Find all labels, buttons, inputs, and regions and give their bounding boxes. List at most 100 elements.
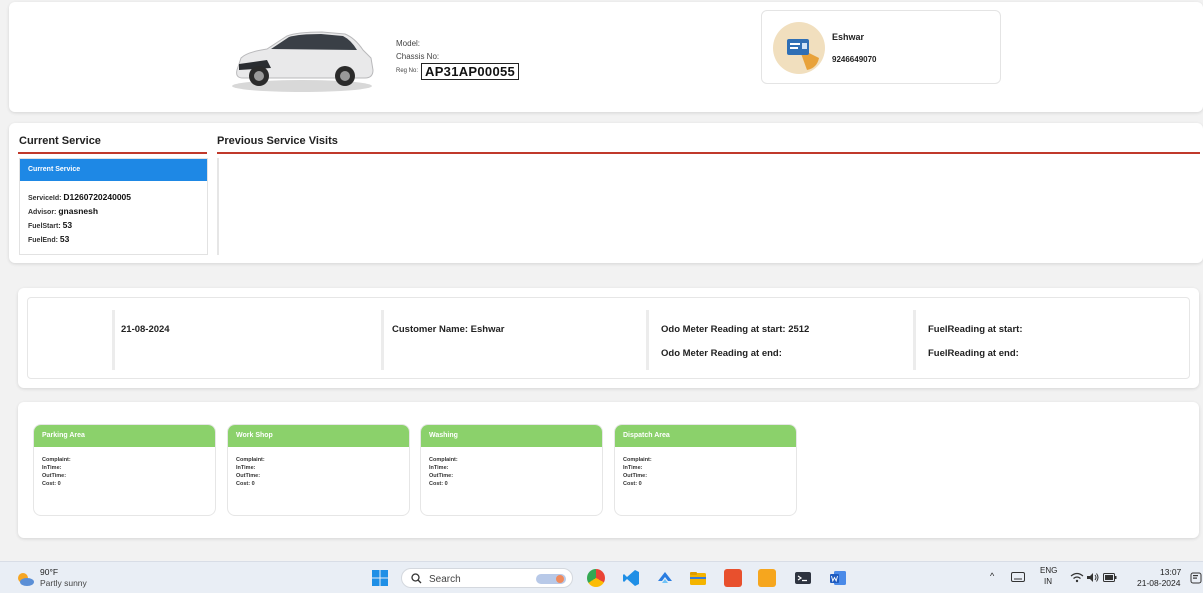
visit-summary-card: 21-08-2024 Customer Name: Eshwar Odo Met… [18,288,1199,388]
visit-summary-row: 21-08-2024 Customer Name: Eshwar Odo Met… [27,297,1190,379]
advisor-label: Advisor: [28,209,57,216]
clock-date[interactable]: 21-08-2024 [1137,578,1180,588]
advisor-row: Advisor: gnasnesh [28,205,207,219]
summary-customer-name: Customer Name: Eshwar [392,324,505,335]
windows-start-icon[interactable] [371,569,389,587]
stage-cost: Cost: 0 [236,481,255,487]
current-service-panel: Current Service ServiceId: D126072024000… [19,158,208,255]
taskbar-search[interactable]: Search [401,568,573,588]
stage-complaint: Complaint: [236,457,265,463]
stage-details: Complaint: InTime: OutTime: Cost: 0 [615,447,796,488]
visit-date: 21-08-2024 [121,324,170,335]
fuel-start-label: FuelStart: [28,223,61,230]
previous-visits-title: Previous Service Visits [217,135,338,147]
fuel-reading-start: FuelReading at start: [928,324,1023,335]
stage-cost: Cost: 0 [42,481,61,487]
fuel-reading-end: FuelReading at end: [928,348,1019,359]
reg-number: AP31AP00055 [421,63,520,80]
weather-desc[interactable]: Partly sunny [40,578,87,588]
language-bottom[interactable]: IN [1044,577,1052,586]
stage-out-time: OutTime: [42,473,67,479]
search-icon [411,573,422,584]
vehicle-info: Model: Chassis No: Reg No: AP31AP00055 [396,37,520,80]
vscode-icon[interactable] [622,569,640,587]
file-explorer-icon[interactable] [689,569,707,587]
stage-out-time: OutTime: [429,473,454,479]
fuel-start-value: 53 [62,220,73,230]
stage-complaint: Complaint: [42,457,71,463]
fuel-end-row: FuelEnd: 53 [28,233,207,247]
chassis-label: Chassis No: [396,52,440,61]
search-highlight-icon [536,574,566,584]
stage-out-time: OutTime: [623,473,648,479]
service-card: Current Service Previous Service Visits … [9,123,1203,263]
reg-label: Reg No: [396,68,419,74]
current-service-tab[interactable]: Current Service [20,159,207,181]
stage-title: Dispatch Area [615,425,796,447]
clock-time[interactable]: 13:07 [1160,567,1181,577]
summary-separator [112,310,115,370]
section-divider [217,158,219,255]
search-label: Search [429,574,461,585]
vehicle-header-card: Model: Chassis No: Reg No: AP31AP00055 E… [9,2,1203,112]
stage-work-shop[interactable]: Work Shop Complaint: InTime: OutTime: Co… [227,424,410,516]
stage-washing[interactable]: Washing Complaint: InTime: OutTime: Cost… [420,424,603,516]
service-stages-card: Parking Area Complaint: InTime: OutTime:… [18,402,1199,538]
id-card-icon [787,39,819,70]
previous-visits-underline [217,152,1200,154]
stage-in-time: InTime: [623,465,643,471]
notification-icon[interactable] [1190,572,1202,584]
advisor-name: gnasnesh [58,206,99,216]
customer-name: Eshwar [832,32,865,42]
weather-icon[interactable] [16,572,34,586]
service-id-row: ServiceId: D1260720240005 [28,191,207,205]
word-icon[interactable] [829,569,847,587]
summary-separator [913,310,916,370]
fuel-end-label: FuelEnd: [28,237,58,244]
stage-complaint: Complaint: [623,457,652,463]
wifi-icon[interactable] [1070,572,1084,583]
stage-in-time: InTime: [429,465,449,471]
stage-complaint: Complaint: [429,457,458,463]
current-service-underline [18,152,207,154]
chrome-icon[interactable] [587,569,605,587]
stage-cost: Cost: 0 [623,481,642,487]
stage-details: Complaint: InTime: OutTime: Cost: 0 [228,447,409,488]
terminal-icon[interactable] [794,569,812,587]
summary-separator [646,310,649,370]
keyboard-icon[interactable] [1011,572,1025,582]
odo-start: Odo Meter Reading at start: 2512 [661,324,810,335]
stage-cost: Cost: 0 [429,481,448,487]
fuel-start-row: FuelStart: 53 [28,219,207,233]
fuel-end-value: 53 [59,234,70,244]
battery-icon[interactable] [1103,573,1117,582]
stage-title: Work Shop [228,425,409,447]
model-label: Model: [396,39,421,48]
language-top[interactable]: ENG [1040,566,1057,575]
stage-parking-area[interactable]: Parking Area Complaint: InTime: OutTime:… [33,424,216,516]
chevron-up-icon[interactable]: ^ [990,571,994,581]
car-image [232,31,374,92]
stage-in-time: InTime: [236,465,256,471]
odo-end: Odo Meter Reading at end: [661,348,782,359]
service-id-label: ServiceId: [28,195,62,202]
stage-title: Washing [421,425,602,447]
customer-card: Eshwar 9246649070 [761,10,1001,84]
customer-avatar [773,22,825,74]
stage-dispatch-area[interactable]: Dispatch Area Complaint: InTime: OutTime… [614,424,797,516]
sublime-text-icon[interactable] [758,569,776,587]
current-service-details: ServiceId: D1260720240005 Advisor: gnasn… [20,181,207,247]
wps-office-icon[interactable] [724,569,742,587]
stage-in-time: InTime: [42,465,62,471]
azure-data-icon[interactable] [656,569,674,587]
stage-details: Complaint: InTime: OutTime: Cost: 0 [34,447,215,488]
reg-row: Reg No: AP31AP00055 [396,63,520,80]
service-id: D1260720240005 [63,192,132,202]
stage-title: Parking Area [34,425,215,447]
customer-phone: 9246649070 [832,55,877,64]
stage-out-time: OutTime: [236,473,261,479]
weather-temp[interactable]: 90°F [40,567,58,577]
summary-separator [381,310,384,370]
volume-icon[interactable] [1086,572,1100,583]
stage-details: Complaint: InTime: OutTime: Cost: 0 [421,447,602,488]
